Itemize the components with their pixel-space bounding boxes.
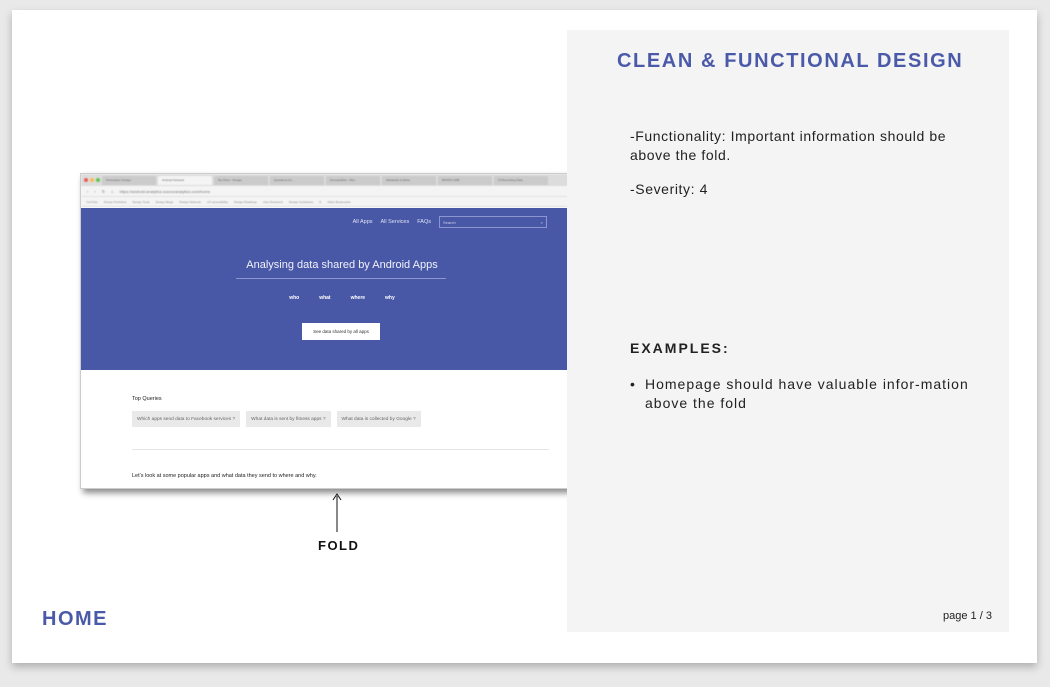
see-all-apps-button[interactable]: See data shared by all apps — [302, 323, 380, 340]
bookmark-item[interactable]: Design Readings — [234, 200, 257, 204]
bookmark-item[interactable]: E — [319, 200, 321, 204]
hero-divider — [236, 278, 446, 279]
popular-apps-text: Let's look at some popular apps and what… — [132, 473, 317, 479]
home-icon[interactable]: ⌂ — [111, 189, 113, 194]
reload-icon[interactable]: ↻ — [102, 189, 105, 194]
content-section: Top Queries Which apps send data to Face… — [81, 370, 601, 488]
browser-tab-bar: Persuasive Design Android Network My Dri… — [81, 174, 601, 186]
bookmark-item[interactable]: User Research — [263, 200, 283, 204]
search-input[interactable]: Search ⌕ — [439, 216, 547, 228]
browser-tab[interactable]: Alphatrak & Alpha — [382, 175, 436, 185]
back-icon[interactable]: ‹ — [87, 189, 88, 194]
example-item: • Homepage should have valuable infor-ma… — [630, 375, 980, 413]
slide: Persuasive Design Android Network My Dri… — [12, 10, 1037, 663]
address-bar[interactable]: ‹ › ↻ ⌂ https://android-analytics.source… — [81, 186, 601, 197]
bookmark-item[interactable]: Design Guidelines — [289, 200, 313, 204]
query-chip[interactable]: What data is sent by fitness apps ? — [246, 411, 331, 427]
page-number: page 1 / 3 — [943, 610, 992, 622]
bookmark-item[interactable]: UX accessibility — [207, 200, 228, 204]
hero-section: All Apps All Services FAQs Search ⌕ Anal… — [81, 208, 601, 370]
hero-title: Analysing data shared by Android Apps — [246, 259, 438, 271]
nav-all-services[interactable]: All Services — [381, 219, 410, 225]
browser-tab[interactable]: My Drive - Design — [214, 175, 268, 185]
bookmark-item[interactable]: Design Tools — [132, 200, 149, 204]
severity-text: -Severity: 4 — [630, 181, 708, 197]
query-chip[interactable]: Which apps send data to Facebook service… — [132, 411, 241, 427]
minimize-window-icon[interactable] — [90, 178, 94, 182]
bookmarks-bar: YouTube Design Portfolios Design Tools D… — [81, 197, 601, 207]
browser-chrome: Persuasive Design Android Network My Dri… — [81, 174, 601, 207]
browser-tab[interactable]: Persuasive Design — [102, 175, 156, 185]
hero-words: who what where why — [81, 295, 601, 301]
nav-faqs[interactable]: FAQs — [417, 219, 431, 225]
url-text[interactable]: https://android-analytics.sourceanalytic… — [119, 189, 210, 194]
maximize-window-icon[interactable] — [96, 178, 100, 182]
bookmark-item[interactable]: Design Methods — [179, 200, 201, 204]
hero-word[interactable]: where — [351, 295, 365, 301]
heuristic-panel: CLEAN & FUNCTIONAL DESIGN -Functionality… — [567, 30, 1009, 632]
forward-icon[interactable]: › — [94, 189, 95, 194]
query-chip[interactable]: What data is collected by Google ? — [336, 411, 421, 427]
top-nav: All Apps All Services FAQs Search ⌕ — [353, 216, 547, 228]
search-placeholder: Search — [443, 219, 456, 225]
browser-tab-active[interactable]: Android Network — [158, 175, 212, 185]
website-screenshot: Persuasive Design Android Network My Dri… — [80, 173, 602, 489]
browser-tab[interactable]: Questions for... — [270, 175, 324, 185]
nav-all-apps[interactable]: All Apps — [353, 219, 373, 225]
hero-word[interactable]: what — [319, 295, 330, 301]
query-chips: Which apps send data to Facebook service… — [132, 411, 421, 427]
bullet-icon: • — [630, 376, 636, 392]
panel-title: CLEAN & FUNCTIONAL DESIGN — [617, 50, 964, 72]
hero-word[interactable]: why — [385, 295, 395, 301]
bookmark-item[interactable]: Other Bookmarks — [327, 200, 350, 204]
browser-tab[interactable]: DuncanMam - Rev — [326, 175, 380, 185]
example-text: Homepage should have valuable infor-mati… — [645, 376, 969, 411]
hero-word[interactable]: who — [289, 295, 299, 301]
fold-label: FOLD — [318, 538, 360, 553]
home-label: HOME — [42, 608, 108, 630]
browser-tab[interactable]: BIHVM LIMB — [438, 175, 492, 185]
bookmark-item[interactable]: YouTube — [86, 200, 98, 204]
arrow-head-icon — [332, 493, 342, 501]
search-icon[interactable]: ⌕ — [541, 220, 543, 225]
divider — [132, 449, 549, 450]
bookmark-item[interactable]: Design Blogs — [156, 200, 174, 204]
browser-tab[interactable]: IS Recording Data — [494, 175, 548, 185]
bookmark-item[interactable]: Design Portfolios — [104, 200, 127, 204]
examples-title: EXAMPLES: — [630, 340, 730, 356]
top-queries-title: Top Queries — [132, 396, 162, 402]
close-window-icon[interactable] — [84, 178, 88, 182]
functionality-text: -Functionality: Important information sh… — [630, 128, 947, 163]
